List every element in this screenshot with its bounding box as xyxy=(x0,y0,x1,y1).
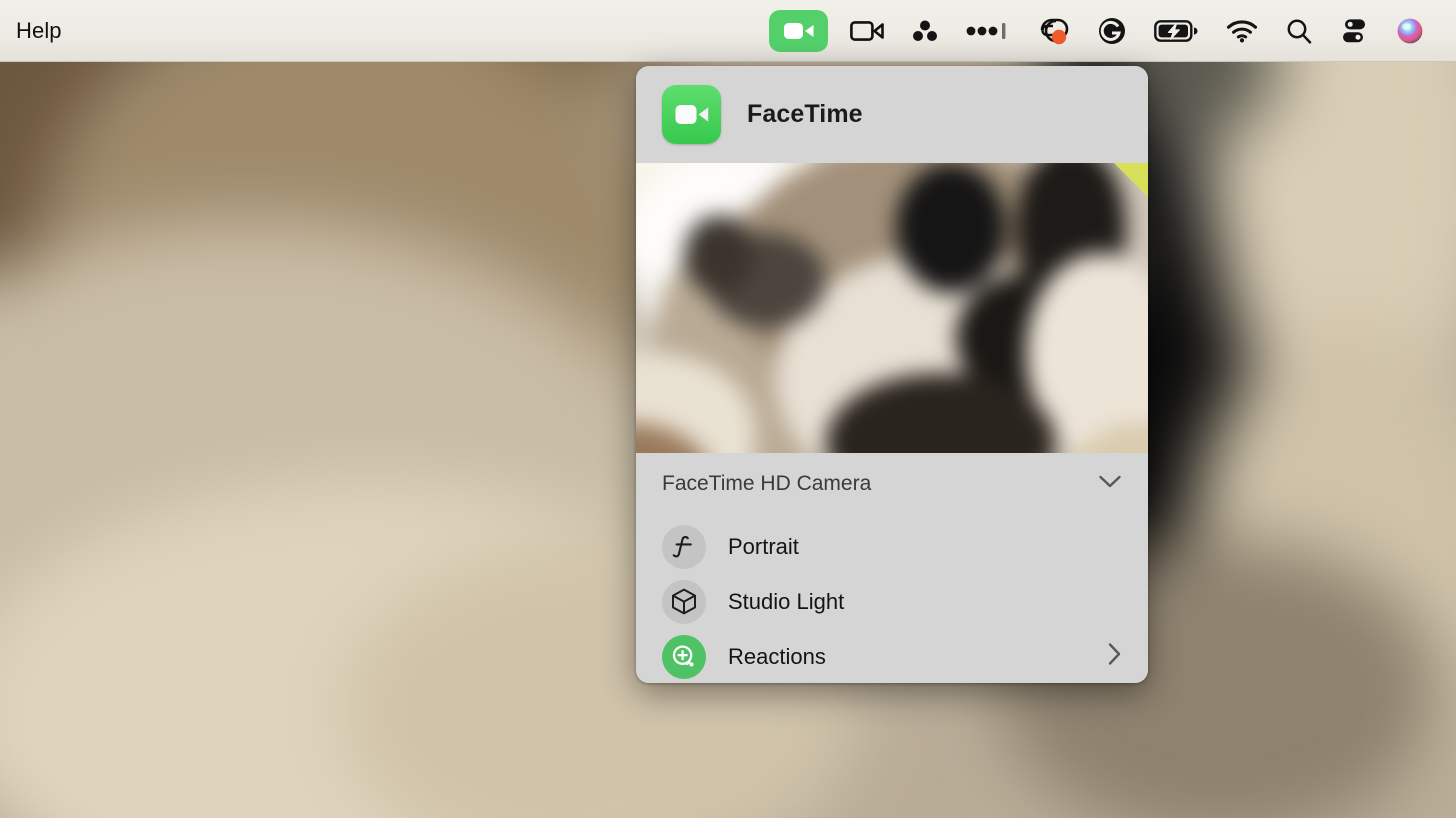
control-center-icon xyxy=(1343,19,1365,43)
cleanshot-menu-item[interactable] xyxy=(1022,0,1084,62)
spotlight-menu-item[interactable] xyxy=(1272,0,1326,62)
grammarly-menu-item[interactable] xyxy=(1084,0,1140,62)
chevron-right-icon[interactable] xyxy=(1107,642,1122,671)
yellow-triangle-marker xyxy=(1114,163,1148,197)
desktop: Help FaceTime FaceTime HD Camera Portrai… xyxy=(0,0,1456,818)
battery-charging-icon xyxy=(1154,20,1198,42)
chevron-down-icon[interactable] xyxy=(1098,474,1122,494)
reactions-icon xyxy=(662,634,706,679)
cleanshot-record-icon xyxy=(1040,18,1069,45)
popover-header: FaceTime xyxy=(636,66,1148,163)
camera-device-label: FaceTime HD Camera xyxy=(662,472,872,495)
bartender-menu-item[interactable] xyxy=(952,0,1022,62)
menu-bar-status-tray xyxy=(761,0,1456,62)
camera-preview[interactable] xyxy=(636,163,1148,453)
popover-app-title: FaceTime xyxy=(747,100,863,128)
ellipsis-bar-icon xyxy=(966,23,1006,39)
effect-label-studio-light: Studio Light xyxy=(728,588,845,614)
wifi-menu-item[interactable] xyxy=(1212,0,1272,62)
video-effects-menu-item[interactable] xyxy=(761,0,836,62)
cube-icon xyxy=(662,579,706,624)
menu-item-help[interactable]: Help xyxy=(16,18,62,44)
control-center-menu-item[interactable] xyxy=(1326,0,1382,62)
camera-device-selector[interactable]: FaceTime HD Camera xyxy=(636,453,1148,515)
wifi-icon xyxy=(1226,20,1258,43)
circle-g-icon xyxy=(1099,18,1125,44)
asana-menu-item[interactable] xyxy=(898,0,952,62)
effect-label-reactions: Reactions xyxy=(728,643,826,669)
camera-icon xyxy=(850,21,884,41)
video-effects-popover: FaceTime FaceTime HD Camera Portrait Stu… xyxy=(636,66,1148,683)
camera-preview-image xyxy=(636,163,1148,453)
facetime-icon xyxy=(662,85,721,144)
camera-menu-item[interactable] xyxy=(836,0,898,62)
siri-menu-item[interactable] xyxy=(1382,0,1438,62)
video-effects-list: Portrait Studio Light Reactions xyxy=(636,515,1148,683)
menu-bar: Help xyxy=(0,0,1456,62)
siri-orb-icon xyxy=(1397,18,1423,44)
aperture-f-icon xyxy=(662,524,706,569)
effect-label-portrait: Portrait xyxy=(728,533,799,559)
effect-row-portrait[interactable]: Portrait xyxy=(636,519,1148,574)
search-icon xyxy=(1287,19,1312,44)
asana-dots-icon xyxy=(913,20,937,41)
video-effects-active-icon xyxy=(769,10,828,52)
effect-row-reactions[interactable]: Reactions xyxy=(636,629,1148,683)
battery-menu-item[interactable] xyxy=(1140,0,1212,62)
effect-row-studio-light[interactable]: Studio Light xyxy=(636,574,1148,629)
